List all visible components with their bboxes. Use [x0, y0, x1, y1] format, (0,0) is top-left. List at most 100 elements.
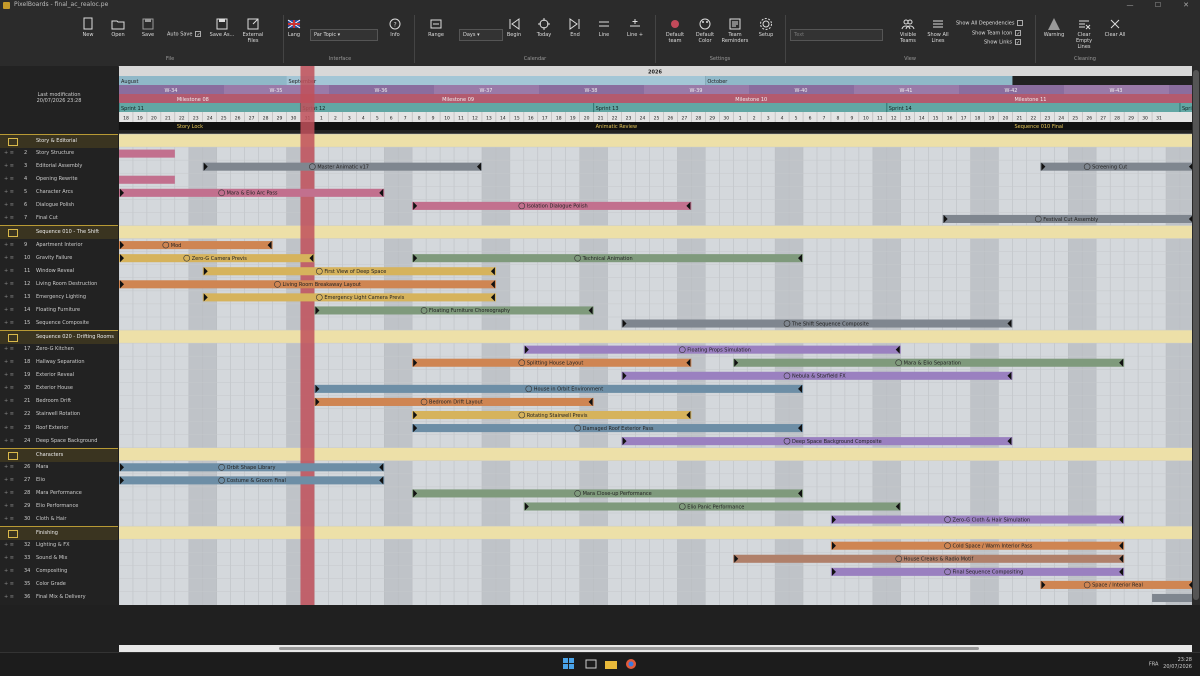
row-controls-icon[interactable]: + ≡ [4, 461, 14, 474]
task-row[interactable]: + ≡ 36 Final Mix & Delivery [0, 591, 118, 604]
vertical-scrollbar[interactable] [1192, 66, 1200, 605]
days-dropdown[interactable]: Days ▾ [459, 29, 503, 41]
row-controls-icon[interactable]: + ≡ [4, 382, 14, 395]
task-row[interactable]: + ≡ 30 Cloth & Hair [0, 513, 118, 526]
warn-button[interactable]: Warning [1039, 15, 1069, 38]
minimize-button[interactable]: — [1116, 0, 1144, 11]
range-button[interactable]: Range [421, 15, 451, 38]
group-row[interactable]: Finishing [0, 526, 118, 541]
task-row[interactable]: + ≡ 29 Elio Performance [0, 500, 118, 513]
row-controls-icon[interactable]: + ≡ [4, 408, 14, 421]
windows-start-icon[interactable] [563, 658, 575, 670]
teamrem-button[interactable]: Team Reminders [720, 15, 750, 44]
horizontal-scrollbar[interactable] [119, 645, 1192, 652]
row-controls-icon[interactable]: + ≡ [4, 539, 14, 552]
row-controls-icon[interactable]: + ≡ [4, 565, 14, 578]
group-row[interactable]: Story & Editorial [0, 134, 118, 148]
today-button[interactable]: Today [529, 15, 559, 38]
task-row[interactable]: + ≡ 28 Mara Performance [0, 487, 118, 500]
show-dependencies-check[interactable]: Show All Dependencies [956, 20, 1024, 27]
task-row[interactable]: + ≡ 17 Zero-G Kitchen [0, 343, 118, 356]
task-row[interactable]: + ≡ 4 Opening Rewrite [0, 173, 118, 186]
row-controls-icon[interactable]: + ≡ [4, 395, 14, 408]
task-row[interactable]: + ≡ 10 Gravity Failure [0, 252, 118, 265]
task-row[interactable]: + ≡ 9 Apartment Interior [0, 239, 118, 252]
row-controls-icon[interactable]: + ≡ [4, 186, 14, 199]
task-row[interactable]: + ≡ 15 Sequence Composite [0, 317, 118, 330]
row-controls-icon[interactable]: + ≡ [4, 343, 14, 356]
task-row[interactable]: + ≡ 20 Exterior House [0, 382, 118, 395]
task-row[interactable]: + ≡ 33 Sound & Mix [0, 552, 118, 565]
task-row[interactable]: + ≡ 11 Window Reveal [0, 265, 118, 278]
show-links-check[interactable]: Show Links ✓ [984, 39, 1021, 46]
row-controls-icon[interactable]: + ≡ [4, 513, 14, 526]
defteam-button[interactable]: Default team [660, 15, 690, 44]
task-row[interactable]: + ≡ 22 Stairwell Rotation [0, 408, 118, 421]
clearempty-button[interactable]: Clear Empty Lines [1069, 15, 1099, 50]
task-row[interactable]: + ≡ 23 Roof Exterior [0, 422, 118, 435]
new-button[interactable]: New [73, 15, 103, 38]
show-team-icon-check[interactable]: Show Team Icon ✓ [972, 30, 1022, 37]
row-controls-icon[interactable]: + ≡ [4, 278, 14, 291]
task-row[interactable]: + ≡ 24 Deep Space Background [0, 435, 118, 448]
row-controls-icon[interactable]: + ≡ [4, 212, 14, 225]
row-controls-icon[interactable]: + ≡ [4, 500, 14, 513]
task-row[interactable]: + ≡ 18 Hallway Separation [0, 356, 118, 369]
maximize-button[interactable]: ☐ [1144, 0, 1172, 11]
system-tray[interactable]: FRA 23:28 20/07/2026 [1149, 657, 1192, 671]
task-row[interactable]: + ≡ 19 Exterior Reveal [0, 369, 118, 382]
showall-button[interactable]: Show All Lines [923, 15, 953, 44]
row-controls-icon[interactable]: + ≡ [4, 435, 14, 448]
task-view-icon[interactable] [585, 658, 597, 670]
task-row[interactable]: + ≡ 3 Editorial Assembly [0, 160, 118, 173]
line-button[interactable]: Line [589, 15, 619, 38]
row-controls-icon[interactable]: + ≡ [4, 160, 14, 173]
autosave-checkbox[interactable]: Auto Save ✓ [167, 31, 202, 38]
task-row[interactable]: + ≡ 35 Color Grade [0, 578, 118, 591]
group-row[interactable]: Sequence 020 - Drifting Rooms [0, 330, 118, 345]
row-controls-icon[interactable]: + ≡ [4, 304, 14, 317]
topic-dropdown[interactable]: Par Topic ▾ [310, 29, 378, 41]
saveas-button[interactable]: Save As... [207, 15, 237, 38]
clearall-button[interactable]: Clear All [1100, 15, 1130, 38]
row-controls-icon[interactable]: + ≡ [4, 252, 14, 265]
task-row[interactable]: + ≡ 32 Lighting & FX [0, 539, 118, 552]
task-row[interactable]: + ≡ 6 Dialogue Polish [0, 199, 118, 212]
row-controls-icon[interactable]: + ≡ [4, 422, 14, 435]
search-input[interactable]: Text [790, 29, 883, 41]
row-controls-icon[interactable]: + ≡ [4, 474, 14, 487]
row-controls-icon[interactable]: + ≡ [4, 487, 14, 500]
close-button[interactable]: ✕ [1172, 0, 1200, 11]
row-controls-icon[interactable]: + ≡ [4, 591, 14, 604]
lineplus-button[interactable]: Line + [620, 15, 650, 38]
defcolor-button[interactable]: Default Color [690, 15, 720, 44]
task-row[interactable]: + ≡ 12 Living Room Destruction [0, 278, 118, 291]
row-controls-icon[interactable]: + ≡ [4, 317, 14, 330]
gantt-chart[interactable]: 2026AugustSeptemberOctoberW-34W-35W-36W-… [119, 66, 1192, 605]
visteams-button[interactable]: Visible Teams [893, 15, 923, 44]
task-row[interactable]: + ≡ 26 Mara [0, 461, 118, 474]
task-row[interactable]: + ≡ 7 Final Cut [0, 212, 118, 225]
task-row[interactable]: + ≡ 13 Emergency Lighting [0, 291, 118, 304]
row-controls-icon[interactable]: + ≡ [4, 265, 14, 278]
end-button[interactable]: End [560, 15, 590, 38]
task-row[interactable]: + ≡ 34 Compositing [0, 565, 118, 578]
setup-button[interactable]: Setup [751, 15, 781, 38]
group-row[interactable]: Characters [0, 447, 118, 462]
external-button[interactable]: External Files [238, 15, 268, 44]
row-controls-icon[interactable]: + ≡ [4, 291, 14, 304]
save-button[interactable]: Save [133, 15, 163, 38]
app-taskbar-icon[interactable] [625, 658, 637, 670]
row-controls-icon[interactable]: + ≡ [4, 578, 14, 591]
row-controls-icon[interactable]: + ≡ [4, 369, 14, 382]
group-row[interactable]: Sequence 010 - The Shift [0, 225, 118, 240]
task-row[interactable]: + ≡ 14 Floating Furniture [0, 304, 118, 317]
row-controls-icon[interactable]: + ≡ [4, 552, 14, 565]
row-controls-icon[interactable]: + ≡ [4, 147, 14, 160]
open-button[interactable]: Open [103, 15, 133, 38]
task-row[interactable]: + ≡ 2 Story Structure [0, 147, 118, 160]
row-controls-icon[interactable]: + ≡ [4, 199, 14, 212]
row-controls-icon[interactable]: + ≡ [4, 239, 14, 252]
task-row[interactable]: + ≡ 21 Bedroom Drift [0, 395, 118, 408]
file-explorer-icon[interactable] [605, 658, 617, 670]
